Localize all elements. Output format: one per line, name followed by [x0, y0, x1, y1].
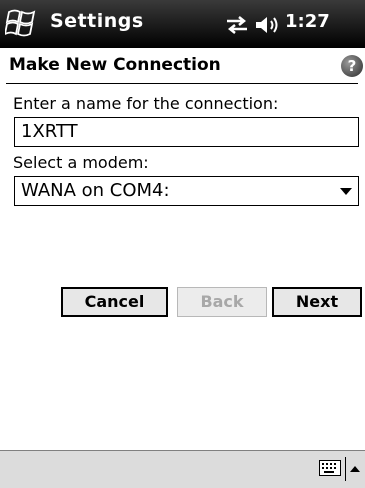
connection-name-input[interactable]: 1XRTT	[14, 117, 359, 147]
connectivity-icon[interactable]	[225, 14, 249, 36]
connection-name-value: 1XRTT	[21, 121, 78, 142]
help-icon[interactable]: ?	[341, 55, 363, 77]
speaker-icon[interactable]	[254, 13, 280, 37]
modem-label: Select a modem:	[13, 153, 149, 172]
navigation-bar: Settings 1:27	[0, 0, 365, 48]
clock[interactable]: 1:27	[285, 11, 330, 32]
sip-divider	[345, 457, 346, 481]
chevron-down-icon	[340, 188, 352, 195]
modem-select[interactable]: WANA on COM4:	[14, 176, 359, 206]
cancel-button[interactable]: Cancel	[61, 287, 168, 317]
menu-bar	[0, 450, 365, 488]
next-button[interactable]: Next	[272, 287, 362, 317]
modem-selected-value: WANA on COM4:	[21, 180, 170, 201]
app-title: Settings	[50, 10, 144, 32]
back-button[interactable]: Back	[177, 287, 267, 317]
connection-name-label: Enter a name for the connection:	[13, 94, 279, 113]
page-header: Make New Connection ?	[0, 48, 365, 83]
keyboard-icon[interactable]	[319, 460, 341, 476]
page-title: Make New Connection	[9, 55, 221, 75]
windows-flag-icon[interactable]	[5, 8, 37, 38]
chevron-up-icon[interactable]	[350, 466, 360, 472]
header-divider	[6, 83, 358, 84]
